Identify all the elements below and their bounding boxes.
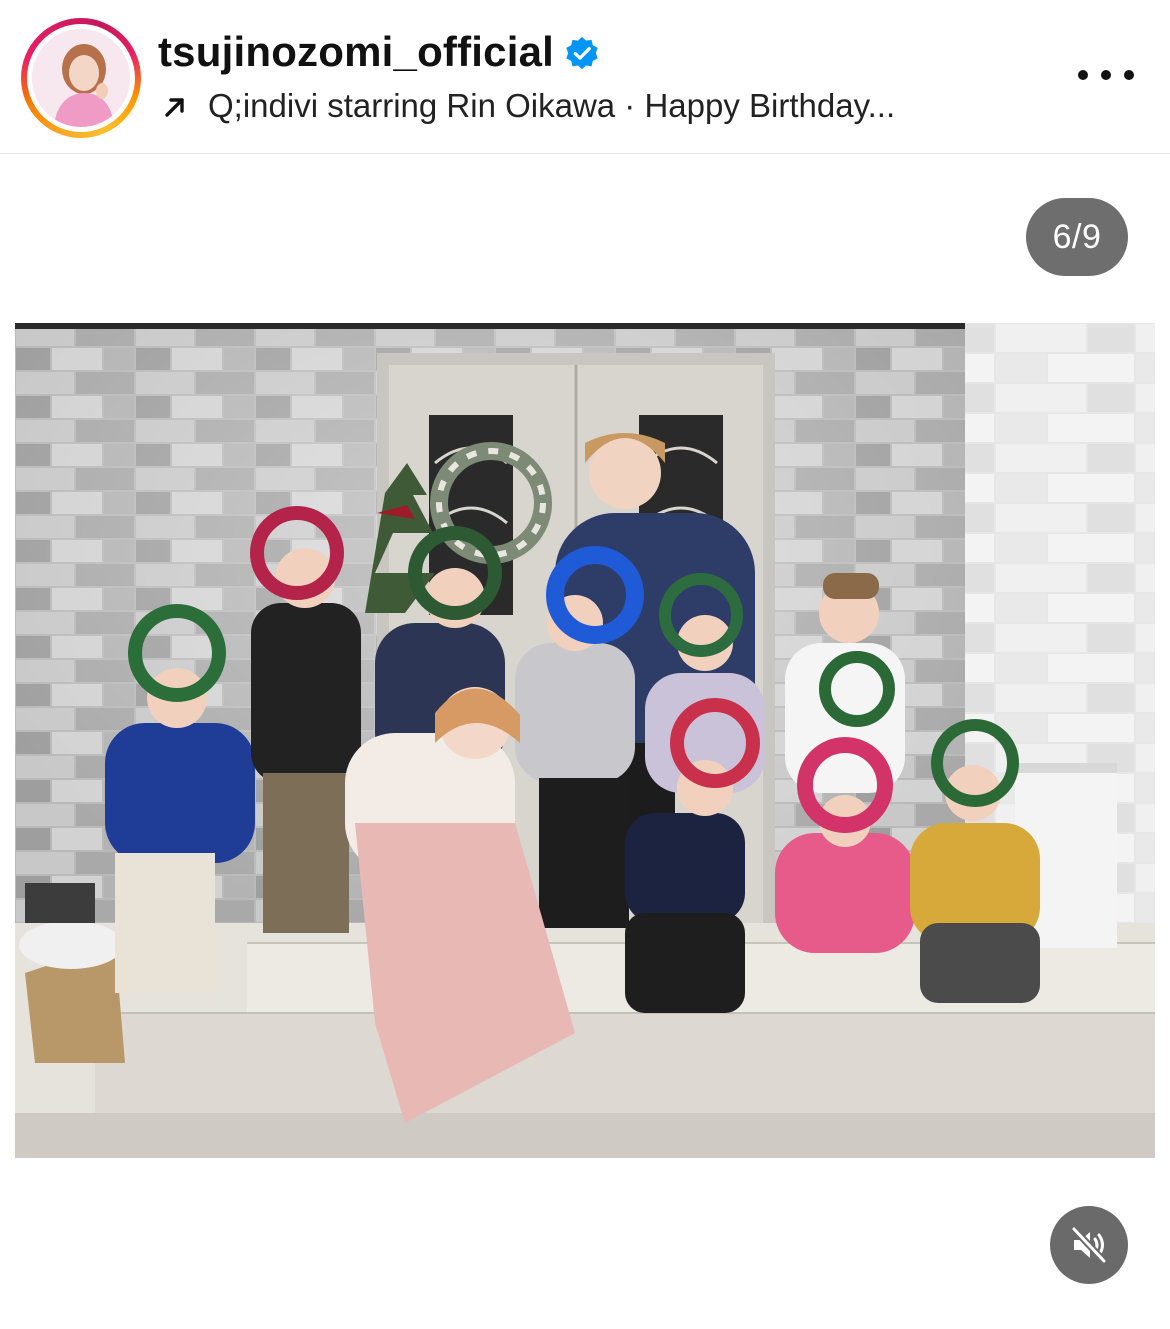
audio-track-label: Q;indivi starring Rin Oikawa · Happy Bir… [208,87,896,124]
story-ring-avatar[interactable] [21,18,141,138]
carousel-counter: 6/9 [1026,198,1128,276]
speaker-muted-icon [1070,1225,1108,1265]
verified-badge-icon [566,36,598,70]
audio-attribution[interactable]: Q;indivi starring Rin Oikawa · Happy Bir… [160,86,895,126]
group-photo-image [15,323,1155,1158]
arrow-up-right-icon [165,98,184,117]
avatar[interactable] [32,29,130,127]
post-photo[interactable] [15,323,1155,1158]
avatar-photo [32,29,130,127]
post-header: tsujinozomi_official Q;indivi starring R… [0,0,1170,154]
more-options-icon[interactable] [1078,62,1134,88]
mute-toggle-button[interactable] [1050,1206,1128,1284]
username[interactable]: tsujinozomi_official [158,28,554,76]
